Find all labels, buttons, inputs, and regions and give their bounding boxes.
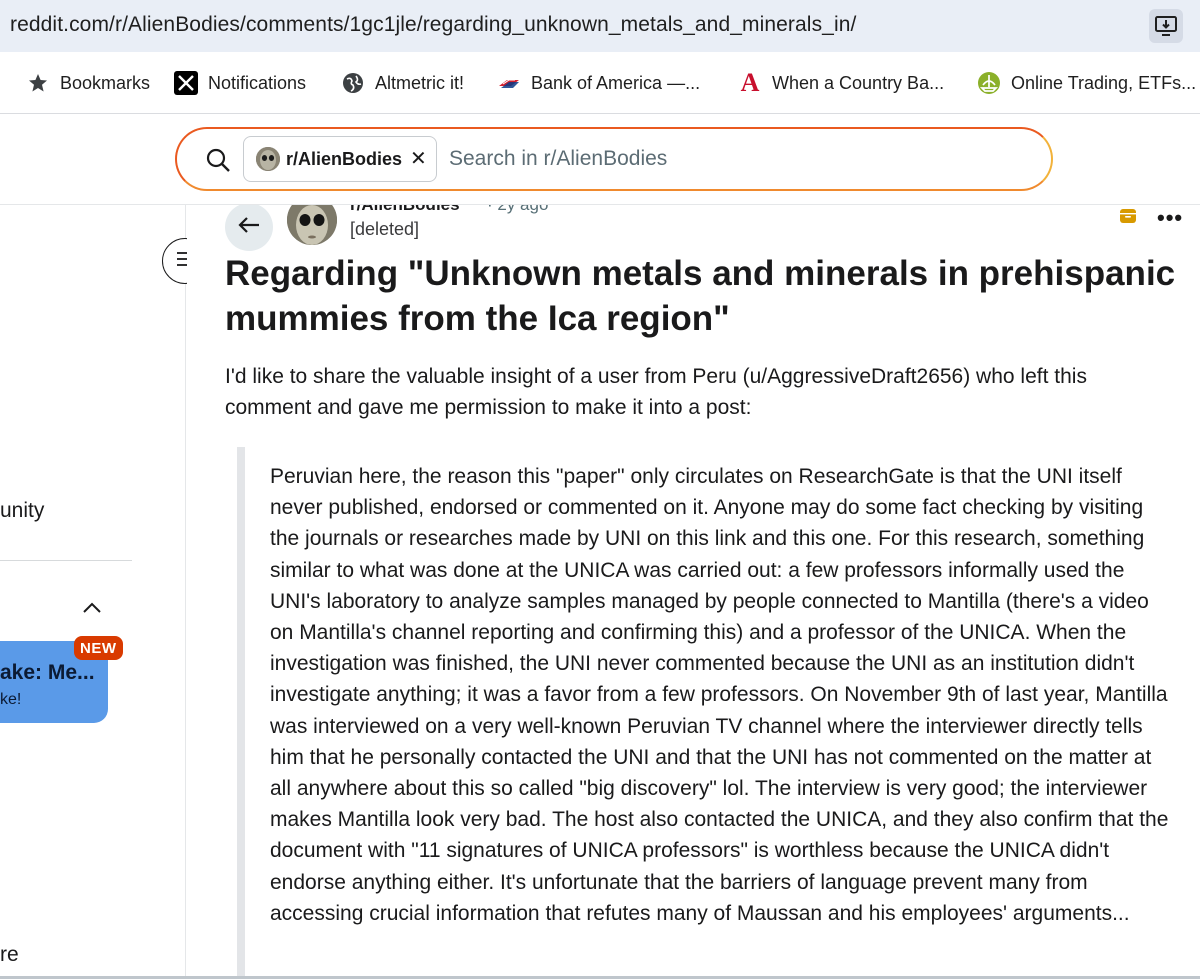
globe-icon xyxy=(341,71,365,95)
left-sidebar: unity ake: Me... ke! re xyxy=(0,205,186,979)
sidebar-community-fragment[interactable]: unity xyxy=(0,499,44,523)
sidebar-divider xyxy=(0,560,132,561)
more-options-icon[interactable]: ••• xyxy=(1157,205,1183,231)
bookmark-bank-of-america[interactable]: Bank of America —... xyxy=(497,71,700,95)
reddit-header: r/AlienBodies ✕ Search in r/AlienBodies xyxy=(0,115,1200,205)
post-timestamp: · 2y ago xyxy=(487,205,548,215)
post-blockquote: Peruvian here, the reason this "paper" o… xyxy=(270,465,1169,925)
post-title: Regarding "Unknown metals and minerals i… xyxy=(225,254,1176,338)
arrow-left-icon xyxy=(237,215,261,240)
post-author[interactable]: [deleted] xyxy=(350,219,419,240)
promo-subtitle: ke! xyxy=(0,691,22,708)
flag-icon xyxy=(497,71,521,95)
sidebar-bottom-fragment[interactable]: re xyxy=(0,943,19,967)
x-logo-icon xyxy=(174,71,198,95)
search-input[interactable]: Search in r/AlienBodies xyxy=(449,147,667,171)
address-bar[interactable]: reddit.com/r/AlienBodies/comments/1gc1jl… xyxy=(0,0,1200,52)
promo-title: ake: Me... xyxy=(0,661,95,684)
chevron-up-icon[interactable] xyxy=(82,600,102,619)
search-icon xyxy=(205,147,231,178)
blockquote-bar xyxy=(237,447,245,977)
install-app-icon[interactable] xyxy=(1149,9,1183,43)
letter-a-icon: A xyxy=(740,68,760,97)
bookmarks-bar: Bookmarks Notifications Altmetric it! Ba… xyxy=(0,52,1200,114)
bookmark-bookmarks[interactable]: Bookmarks xyxy=(26,71,150,95)
new-badge: NEW xyxy=(74,636,123,660)
community-chip-label: r/AlienBodies xyxy=(286,148,403,169)
back-button[interactable] xyxy=(225,205,273,251)
ship-icon xyxy=(977,71,1001,95)
bookmark-online-trading[interactable]: Online Trading, ETFs... xyxy=(977,71,1196,95)
post-intro: I'd like to share the valuable insight o… xyxy=(225,365,1087,419)
bookmark-when-a-country[interactable]: A When a Country Ba... xyxy=(738,68,944,97)
bookmark-notifications[interactable]: Notifications xyxy=(174,71,306,95)
post-subreddit-link[interactable]: r/AlienBodies xyxy=(350,205,460,215)
community-filter-chip[interactable]: r/AlienBodies ✕ xyxy=(243,136,437,182)
url-text[interactable]: reddit.com/r/AlienBodies/comments/1gc1jl… xyxy=(10,13,856,37)
post: r/AlienBodies · 2y ago [deleted] ••• Reg… xyxy=(187,205,1200,979)
search-bar[interactable]: r/AlienBodies ✕ Search in r/AlienBodies xyxy=(175,127,1053,191)
star-icon xyxy=(26,71,50,95)
subreddit-avatar[interactable] xyxy=(287,205,337,245)
bookmark-altmetric[interactable]: Altmetric it! xyxy=(341,71,464,95)
community-avatar xyxy=(256,147,280,171)
close-icon[interactable]: ✕ xyxy=(410,149,427,169)
archive-icon[interactable] xyxy=(1119,207,1137,230)
